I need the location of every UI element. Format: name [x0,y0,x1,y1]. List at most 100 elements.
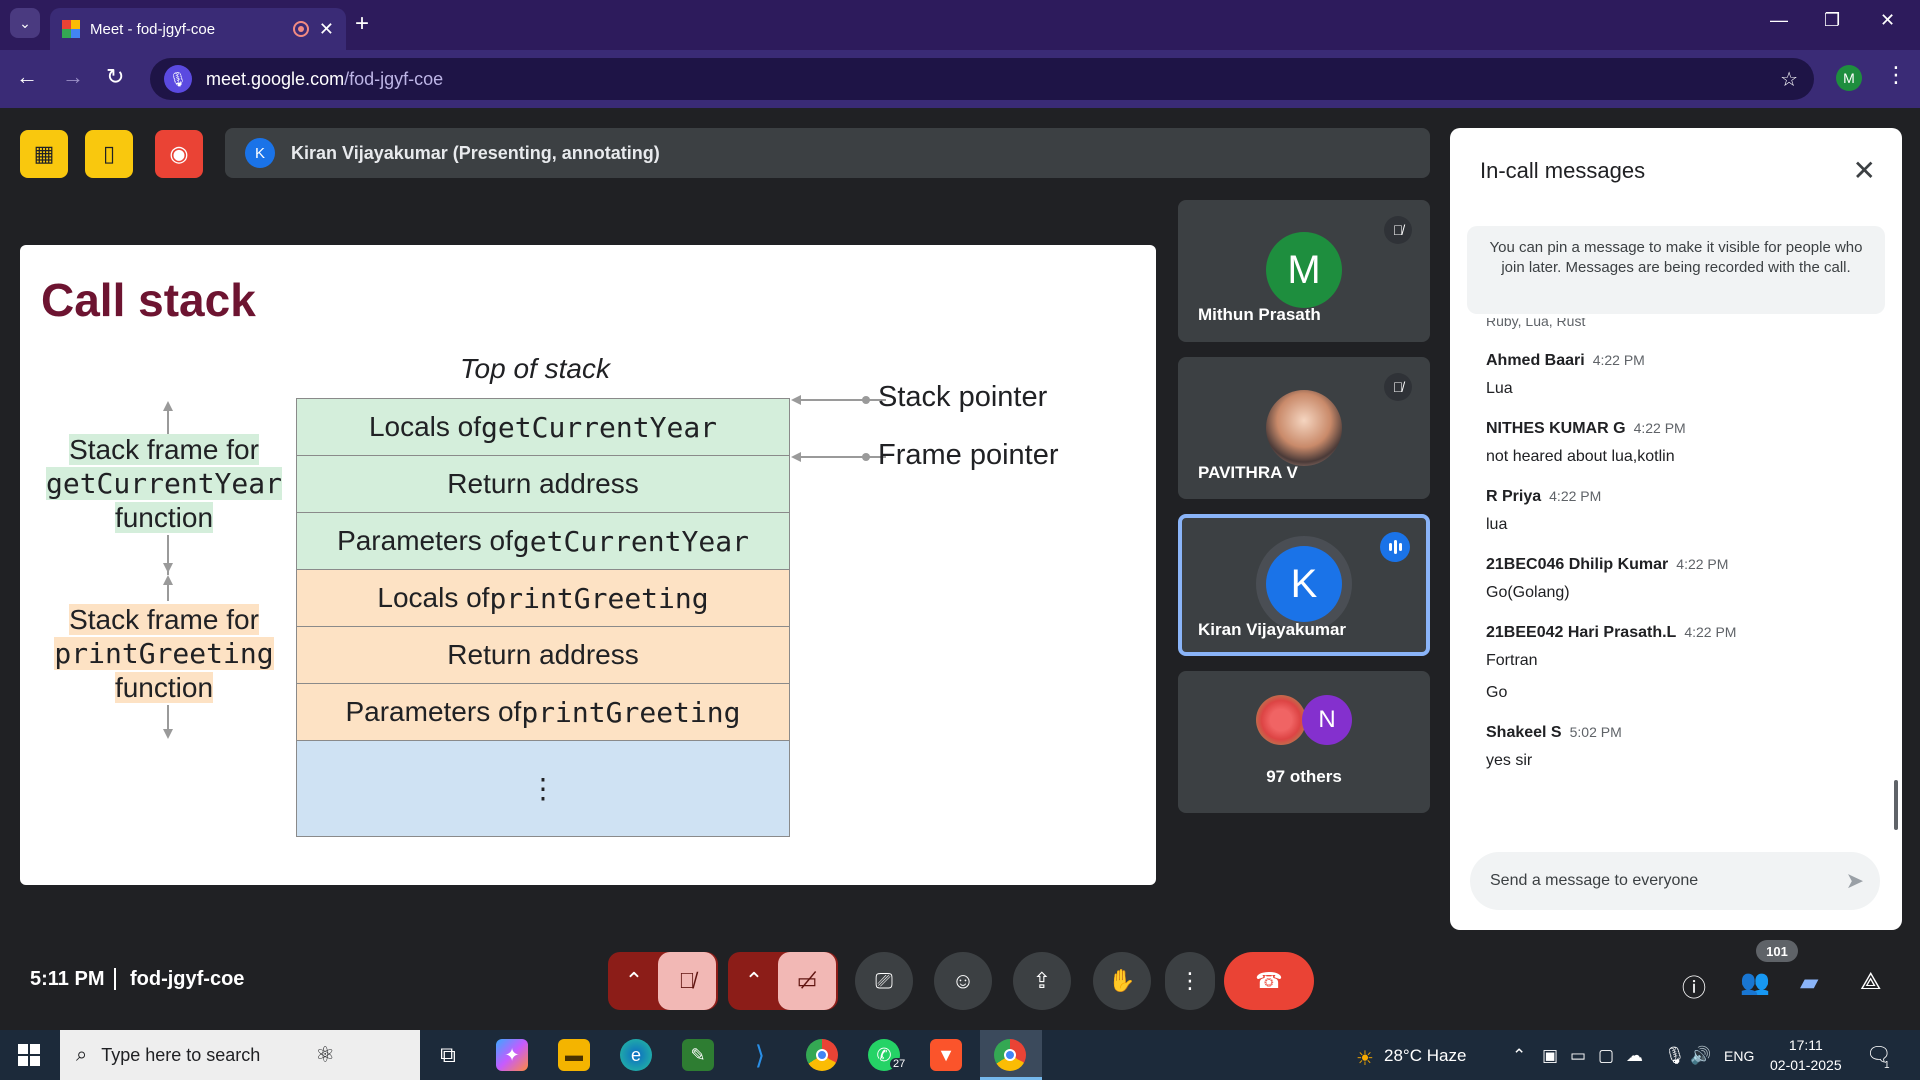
video-options-chevron-icon[interactable]: ⌃ [730,968,778,994]
participant-name: Mithun Prasath [1198,305,1321,324]
raise-hand-button[interactable]: ✋ [1093,952,1151,1010]
battery-icon[interactable]: ▭ [1570,1046,1586,1066]
weather-text[interactable]: 28°C Haze [1384,1046,1466,1066]
hide-presentation-icon[interactable]: ▦ [20,130,68,178]
captions-button[interactable]: ⎚ [855,952,913,1010]
brave-icon[interactable]: ▼ [930,1039,962,1071]
copilot-icon[interactable]: ✦ [496,1039,528,1071]
app-icon[interactable]: ✎ [682,1039,714,1071]
present-button[interactable]: ⇪ [1013,952,1071,1010]
participant-tile[interactable]: M Mithun Prasath 🎙̸ [1178,200,1430,342]
stack-row: Locals of getCurrentYear [297,399,789,456]
task-view-icon[interactable]: ⧉ [432,1039,464,1071]
file-explorer-icon[interactable]: ▬ [558,1039,590,1071]
profile-avatar[interactable]: M [1836,65,1862,91]
message-time: 4:22 PM [1676,556,1729,572]
panel-title: In-call messages [1480,158,1646,183]
language-indicator[interactable]: ENG [1724,1048,1754,1064]
chat-icon[interactable]: ▰ [1800,968,1818,997]
tab-title: Meet - fod-jgyf-coe [90,20,216,38]
meet-favicon [62,20,80,38]
meeting-info-icon[interactable]: ⓘ [1682,968,1706,1003]
others-tile[interactable]: N 97 others [1178,671,1430,813]
participant-avatar: N [1302,695,1352,745]
close-window-button[interactable]: ✕ [1880,10,1895,31]
meeting-code: fod-jgyf-coe [130,968,245,990]
chat-message: 21BEE042 Hari Prasath.L 4:22 PM Fortran G… [1486,624,1876,702]
active-tab[interactable]: Meet - fod-jgyf-coe ✕ [50,8,346,50]
restore-button[interactable]: ❐ [1824,10,1840,31]
record-icon[interactable]: ◉ [155,130,203,178]
message-time: 4:22 PM [1549,488,1602,504]
tray-app-icon[interactable]: ▣ [1542,1046,1558,1066]
weather-icon[interactable]: ☀ [1356,1046,1374,1071]
close-panel-icon[interactable]: ✕ [1853,154,1876,187]
send-icon[interactable]: ➤ [1846,868,1864,894]
mic-off-button[interactable]: 🎙̸ [658,952,716,1010]
close-tab-icon[interactable]: ✕ [319,19,334,40]
people-icon[interactable]: 👥 [1740,968,1770,997]
message-text: Go [1486,684,1508,701]
url-text: meet.google.com/fod-jgyf-coe [206,68,444,89]
participant-name: Kiran Vijayakumar [1198,620,1347,639]
browser-menu-icon[interactable]: ⋮ [1885,62,1907,88]
minimize-button[interactable]: — [1770,10,1788,31]
participant-tile-speaking[interactable]: K Kiran Vijayakumar [1178,514,1430,656]
chrome-icon[interactable] [806,1039,838,1071]
participant-tile[interactable]: PAVITHRA V 🎙̸ [1178,357,1430,499]
microphone-icon[interactable]: 🎙 [164,65,192,93]
stack-row: Return address [297,627,789,684]
chat-message: 21BEC046 Dhilip Kumar 4:22 PM Go(Golang) [1486,556,1876,602]
activities-icon[interactable]: ⟁ [1860,968,1881,996]
chrome-profile-icon[interactable] [994,1039,1026,1071]
call-stack-diagram: Locals of getCurrentYear Return address … [296,398,790,837]
mic-tray-icon[interactable]: 🎙 [1664,1046,1686,1066]
browser-tab-strip: ⌄ Meet - fod-jgyf-coe ✕ + — ❐ ✕ [0,0,1920,50]
taskbar-clock[interactable]: 17:11 02-01-2025 [1770,1035,1842,1075]
chat-scrollbar[interactable] [1894,780,1898,830]
stack-pointer-dot [862,396,870,404]
participant-avatar: M [1266,232,1342,308]
message-sender: NITHES KUMAR G [1486,420,1626,437]
message-time: 5:02 PM [1569,724,1622,740]
in-call-messages-panel: In-call messages ✕ You can pin a message… [1450,128,1902,930]
camera-off-button[interactable]: ▭̸ [778,952,836,1010]
more-options-button[interactable]: ⋮ [1165,952,1215,1010]
message-input[interactable] [1490,872,1830,890]
speaking-indicator-icon [1380,532,1410,562]
windows-start-icon[interactable] [18,1044,40,1066]
display-icon[interactable]: ▢ [1598,1046,1614,1066]
emoji-reaction-button[interactable]: ☺ [934,952,992,1010]
new-tab-button[interactable]: + [355,10,369,38]
reload-icon[interactable]: ↻ [106,64,124,90]
layout-icon[interactable]: ▯ [85,130,133,178]
back-icon[interactable]: ← [16,64,38,90]
chat-message: Ahmed Baari 4:22 PM Lua [1486,352,1876,398]
address-bar[interactable]: 🎙 meet.google.com/fod-jgyf-coe ☆ [150,58,1814,100]
edge-icon[interactable]: e [620,1039,652,1071]
taskbar-search[interactable]: ⌕ ⚛ [60,1030,420,1080]
message-input-box[interactable]: ➤ [1470,852,1880,910]
bookmark-star-icon[interactable]: ☆ [1780,67,1798,92]
audio-options-chevron-icon[interactable]: ⌃ [610,968,658,994]
tab-search-button[interactable]: ⌄ [10,8,40,38]
message-sender: Ahmed Baari [1486,352,1585,369]
pin-info-note: You can pin a message to make it visible… [1467,226,1885,314]
participant-count-badge: 101 [1756,940,1798,962]
show-hidden-icons[interactable]: ⌃ [1512,1046,1526,1066]
message-sender: R Priya [1486,488,1542,505]
leave-call-button[interactable]: ☎ [1224,952,1314,1010]
frame-arrow-down [163,729,173,739]
taskbar-search-input[interactable] [101,1044,302,1066]
participant-photo [1266,390,1342,466]
frame-label-printgreeting: Stack frame for printGreeting function [54,604,274,703]
stack-free-space: ⋮ [297,741,789,836]
video-control-group: ⌃ ▭̸ [728,952,838,1010]
frame-pointer-line [800,456,886,458]
volume-icon[interactable]: 🔊 [1690,1046,1711,1066]
forward-icon[interactable]: → [62,64,84,90]
vscode-icon[interactable]: ⟩ [744,1039,776,1071]
cloud-icon[interactable]: ☁ [1626,1046,1643,1066]
presenter-label: Kiran Vijayakumar (Presenting, annotatin… [291,142,660,163]
message-text: Fortran [1486,652,1538,669]
